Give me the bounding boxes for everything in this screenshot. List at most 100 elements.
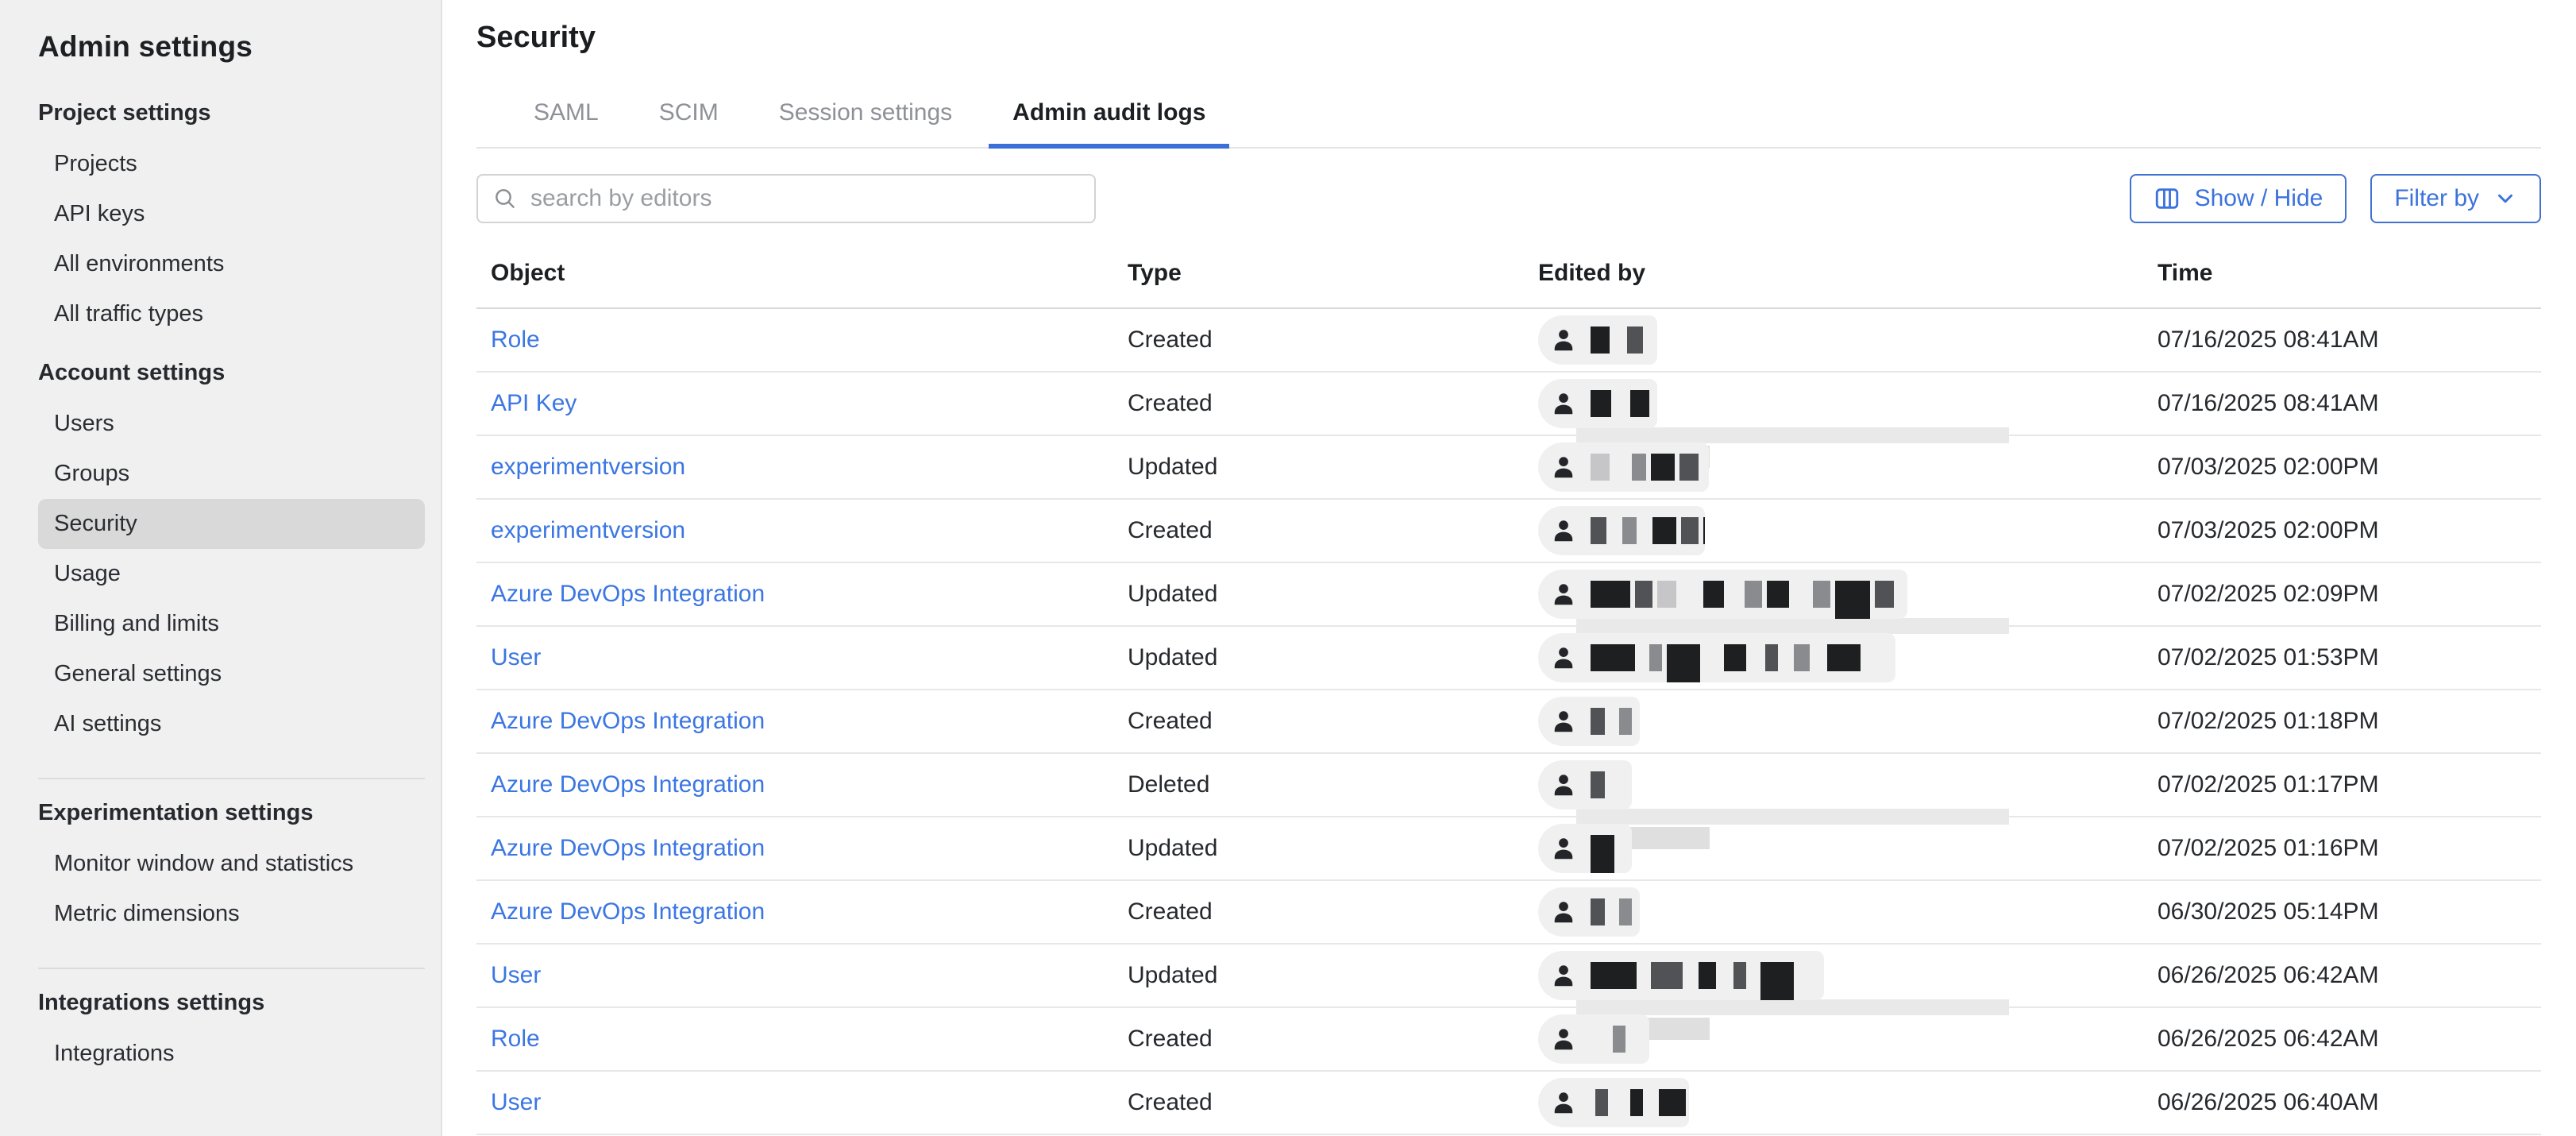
edited-by-cell xyxy=(1538,563,2158,625)
redaction-block xyxy=(1667,644,1700,682)
type-cell: Created xyxy=(1128,1026,1538,1053)
columns-icon xyxy=(2154,185,2181,212)
sidebar-divider xyxy=(38,778,425,779)
object-link[interactable]: Role xyxy=(491,327,540,353)
edited-by-cell xyxy=(1538,881,2158,943)
sidebar-item-api-keys[interactable]: API keys xyxy=(38,189,425,239)
person-icon xyxy=(1549,516,1578,545)
table-controls: Show / Hide Filter by xyxy=(476,174,2541,223)
type-cell: Updated xyxy=(1128,962,1538,989)
person-icon xyxy=(1549,326,1578,354)
column-header-object: Object xyxy=(491,260,1128,287)
object-link[interactable]: User xyxy=(491,644,541,670)
table-row: API KeyCreated07/16/2025 08:41AM xyxy=(476,373,2541,436)
sidebar-section-header: Experimentation settings xyxy=(38,800,441,826)
table-body: RoleCreated07/16/2025 08:41AMAPI KeyCrea… xyxy=(476,309,2541,1135)
table-row: experimentversionUpdated07/03/2025 02:00… xyxy=(476,436,2541,500)
redaction-block xyxy=(1733,962,1746,989)
time-cell: 07/16/2025 08:41AM xyxy=(2158,327,2541,354)
sidebar-item-security[interactable]: Security xyxy=(38,499,425,549)
object-link[interactable]: Azure DevOps Integration xyxy=(491,771,765,798)
table-row: UserCreated06/26/2025 06:40AM xyxy=(476,1072,2541,1135)
time-cell: 07/16/2025 08:41AM xyxy=(2158,390,2541,417)
sidebar-item-ai-settings[interactable]: AI settings xyxy=(38,699,425,749)
object-link[interactable]: User xyxy=(491,962,541,988)
object-link[interactable]: Azure DevOps Integration xyxy=(491,898,765,925)
sidebar-divider xyxy=(38,968,425,969)
sidebar-title: Admin settings xyxy=(38,30,441,64)
sidebar-item-monitor-window-and-statistics[interactable]: Monitor window and statistics xyxy=(38,839,425,889)
edited-by-cell xyxy=(1538,754,2158,816)
editor-redacted-pill xyxy=(1538,824,1632,873)
object-link[interactable]: Role xyxy=(491,1026,540,1052)
object-link[interactable]: Azure DevOps Integration xyxy=(491,835,765,861)
editor-redacted-pill xyxy=(1538,633,1895,682)
search-input[interactable] xyxy=(529,184,1080,213)
redaction-block xyxy=(1649,644,1662,671)
tab-scim[interactable]: SCIM xyxy=(659,99,719,147)
sidebar-item-general-settings[interactable]: General settings xyxy=(38,649,425,699)
type-cell: Created xyxy=(1128,1089,1538,1116)
sidebar-item-users[interactable]: Users xyxy=(38,399,425,449)
redaction-block xyxy=(1657,581,1676,608)
editor-redacted-pill xyxy=(1538,570,1907,619)
redaction-block xyxy=(1767,581,1789,608)
redaction-block xyxy=(1651,454,1675,481)
table-row: RoleCreated06/26/2025 06:42AM xyxy=(476,1008,2541,1072)
object-link[interactable]: experimentversion xyxy=(491,454,685,480)
redaction-block xyxy=(1827,644,1861,671)
redaction-block xyxy=(1619,708,1632,735)
person-icon xyxy=(1549,580,1578,609)
tab-admin-audit-logs[interactable]: Admin audit logs xyxy=(1012,99,1205,147)
editor-redacted-pill xyxy=(1538,506,1705,555)
redaction-block xyxy=(1703,517,1705,544)
sidebar-item-metric-dimensions[interactable]: Metric dimensions xyxy=(38,889,425,939)
object-cell: User xyxy=(491,1089,1128,1116)
redaction-block xyxy=(1627,327,1643,354)
object-link[interactable]: experimentversion xyxy=(491,517,685,543)
redaction-bar-long xyxy=(1576,999,2009,1015)
object-cell: API Key xyxy=(491,390,1128,417)
table-row: experimentversion Created 07/03/2025 02:00… xyxy=(476,500,2541,563)
redaction-block xyxy=(1622,517,1637,544)
object-link[interactable]: User xyxy=(491,1089,541,1115)
sidebar-item-all-traffic-types[interactable]: All traffic types xyxy=(38,289,425,339)
redaction-block xyxy=(1835,581,1870,619)
tab-session-settings[interactable]: Session settings xyxy=(779,99,952,147)
type-cell: Created xyxy=(1128,517,1538,544)
sidebar-item-projects[interactable]: Projects xyxy=(38,139,425,189)
column-header-edited-by: Edited by xyxy=(1538,260,2158,287)
sidebar-item-billing-and-limits[interactable]: Billing and limits xyxy=(38,599,425,649)
redaction-block xyxy=(1619,898,1632,925)
editor-redacted-pill xyxy=(1538,1078,1689,1127)
redaction-block xyxy=(1724,644,1746,671)
time-cell: 07/02/2025 01:18PM xyxy=(2158,708,2541,735)
person-icon xyxy=(1549,834,1578,863)
sidebar-item-all-environments[interactable]: All environments xyxy=(38,239,425,289)
filter-by-button[interactable]: Filter by xyxy=(2370,174,2541,223)
show-hide-columns-button[interactable]: Show / Hide xyxy=(2130,174,2347,223)
person-icon xyxy=(1549,961,1578,990)
sidebar-section-header: Project settings xyxy=(38,100,441,126)
column-header-type: Type xyxy=(1128,260,1538,287)
tab-saml[interactable]: SAML xyxy=(534,99,599,147)
edited-by-cell xyxy=(1538,373,2158,435)
sidebar-item-usage[interactable]: Usage xyxy=(38,549,425,599)
redaction-block xyxy=(1632,454,1646,481)
object-cell: User xyxy=(491,644,1128,671)
object-cell: Azure DevOps Integration xyxy=(491,835,1128,862)
sidebar-item-groups[interactable]: Groups xyxy=(38,449,425,499)
editor-redacted-pill xyxy=(1538,697,1640,746)
redaction-block xyxy=(1699,962,1716,989)
admin-settings-page: Admin settings Project settingsProjectsA… xyxy=(0,0,2576,1136)
object-link[interactable]: API Key xyxy=(491,390,577,416)
object-cell: Azure DevOps Integration xyxy=(491,898,1128,925)
type-cell: Updated xyxy=(1128,835,1538,862)
sidebar-item-integrations[interactable]: Integrations xyxy=(38,1029,425,1079)
object-link[interactable]: Azure DevOps Integration xyxy=(491,581,765,607)
object-link[interactable]: Azure DevOps Integration xyxy=(491,708,765,734)
time-cell: 07/03/2025 02:00PM xyxy=(2158,517,2541,544)
redaction-block xyxy=(1595,1089,1608,1116)
redaction-block xyxy=(1659,1089,1686,1116)
edited-by-cell xyxy=(1538,690,2158,752)
